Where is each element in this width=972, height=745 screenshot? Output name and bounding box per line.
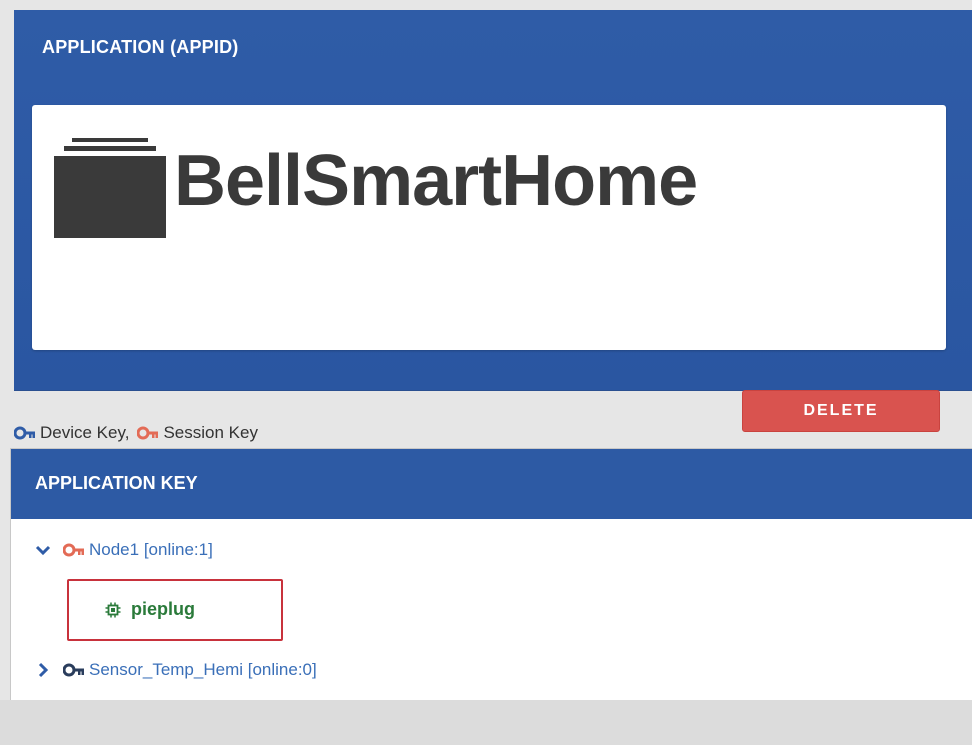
chip-icon bbox=[105, 602, 121, 617]
application-key-title: APPLICATION KEY bbox=[35, 473, 198, 493]
tree-node-label[interactable]: Node1 [online:1] bbox=[89, 540, 213, 560]
tree-node-node1[interactable]: Node1 [online:1] bbox=[35, 537, 213, 563]
tree-child-label[interactable]: pieplug bbox=[131, 599, 195, 620]
chevron-down-icon[interactable] bbox=[35, 542, 51, 558]
tree-node-sensor[interactable]: Sensor_Temp_Hemi [online:0] bbox=[35, 657, 317, 683]
device-key-label: Device Key, bbox=[40, 423, 130, 442]
app-logo-icon bbox=[54, 138, 166, 238]
session-key-icon bbox=[63, 543, 84, 557]
key-legend: Device Key, Session Key bbox=[14, 422, 258, 444]
page: APPLICATION (APPID) DELETE BellSmartHome… bbox=[0, 0, 972, 745]
bottom-strip bbox=[0, 700, 972, 745]
session-key-label: Session Key bbox=[163, 423, 258, 442]
delete-button[interactable]: DELETE bbox=[742, 390, 940, 432]
application-key-panel: APPLICATION KEY Node1 [online:1] pieplug… bbox=[10, 448, 972, 702]
chevron-right-icon[interactable] bbox=[35, 662, 51, 678]
device-key-icon bbox=[14, 426, 35, 440]
application-panel: APPLICATION (APPID) DELETE BellSmartHome bbox=[14, 10, 972, 432]
application-key-header: APPLICATION KEY bbox=[11, 449, 972, 519]
application-panel-title: APPLICATION (APPID) bbox=[42, 37, 239, 57]
tree-child-pieplug[interactable]: pieplug bbox=[105, 599, 195, 620]
session-key-icon bbox=[137, 426, 159, 440]
app-name: BellSmartHome bbox=[174, 141, 698, 221]
highlighted-child-box: pieplug bbox=[67, 579, 283, 641]
device-key-icon bbox=[63, 663, 84, 677]
tree-node-label[interactable]: Sensor_Temp_Hemi [online:0] bbox=[89, 660, 317, 680]
